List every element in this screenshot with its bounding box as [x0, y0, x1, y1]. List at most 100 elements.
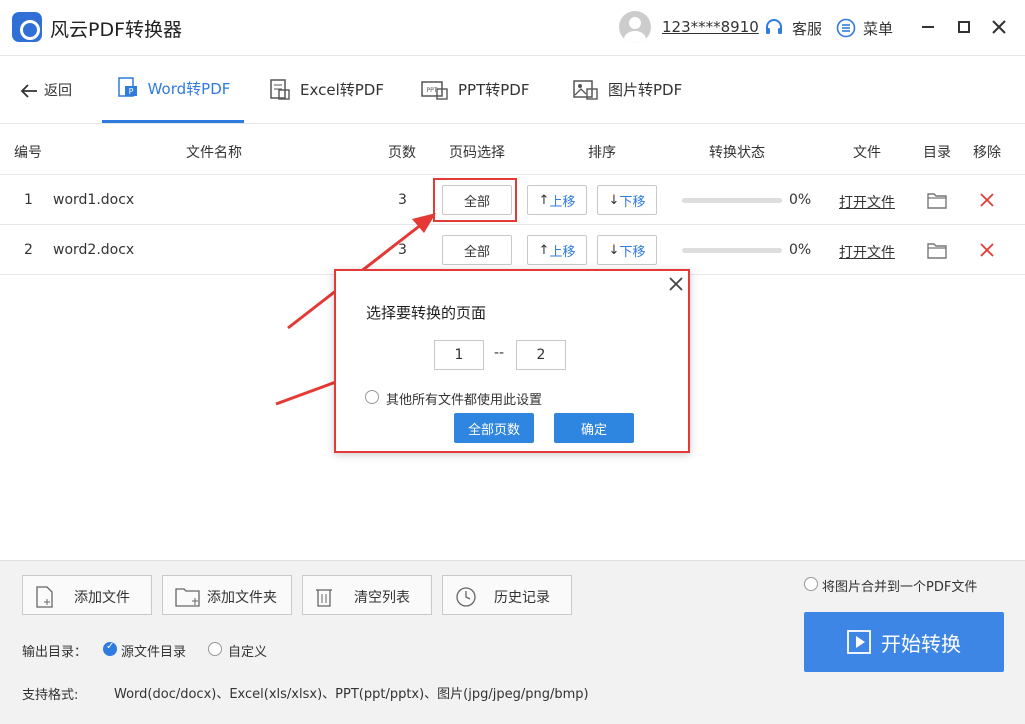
minimize-icon[interactable]	[917, 16, 939, 38]
col-page-select: 页码选择	[449, 145, 505, 161]
row-filename: word2.docx	[53, 242, 135, 258]
table-row: 2 word2.docx 3 全部 ↑ 上移 ↓ 下移 0% 打开文件	[0, 225, 1025, 275]
col-status: 转换状态	[709, 145, 765, 161]
back-button[interactable]: 返回	[20, 80, 72, 100]
move-down-button[interactable]: ↓ 下移	[597, 235, 657, 265]
col-pages: 页数	[388, 145, 416, 161]
ppt-doc-icon: PPT	[421, 80, 448, 100]
row-number: 1	[24, 192, 33, 208]
remove-icon[interactable]	[980, 193, 994, 207]
add-file-label: 添加文件	[74, 590, 130, 606]
folder-icon[interactable]	[927, 241, 947, 259]
from-page-input[interactable]: 1	[434, 340, 484, 370]
move-down-button[interactable]: ↓ 下移	[597, 185, 657, 215]
confirm-button[interactable]: 确定	[554, 413, 634, 443]
tab-label: PPT转PDF	[458, 81, 530, 99]
open-file-link[interactable]: 打开文件	[839, 242, 895, 262]
svg-text:PPT: PPT	[427, 87, 438, 94]
move-up-label: 上移	[549, 244, 576, 260]
tab-label: Word转PDF	[147, 79, 231, 98]
file-table-header: 编号 文件名称 页数 页码选择 排序 转换状态 文件 目录 移除	[0, 125, 1025, 175]
output-dir-label: 输出目录：	[22, 645, 88, 660]
headset-icon[interactable]	[764, 18, 784, 38]
custom-dir-radio[interactable]	[208, 642, 222, 656]
history-button[interactable]: 历史记录	[442, 575, 572, 615]
arrow-up-icon: ↑	[538, 242, 550, 258]
start-convert-button[interactable]: 开始转换	[804, 612, 1004, 672]
move-down-label: 下移	[619, 244, 646, 260]
remove-icon[interactable]	[980, 243, 994, 257]
user-phone-link[interactable]: 123****8910	[662, 18, 759, 36]
tab-label: 图片转PDF	[608, 81, 683, 99]
col-file: 文件	[853, 145, 881, 161]
tab-bar: 返回 P Word转PDF Excel转PDF PPT PPT转PDF 图片转P…	[0, 56, 1025, 124]
supported-formats-value: Word(doc/docx)、Excel(xls/xlsx)、PPT(ppt/p…	[114, 687, 589, 702]
page-range-dialog: 选择要转换的页面 1 -- 2 其他所有文件都使用此设置 全部页数 确定	[334, 269, 690, 453]
move-up-button[interactable]: ↑ 上移	[527, 235, 587, 265]
merge-images-radio[interactable]	[804, 577, 818, 591]
source-dir-radio[interactable]	[103, 641, 117, 656]
clear-list-button[interactable]: 清空列表	[302, 575, 432, 615]
annotation-highlight-box	[433, 178, 517, 222]
progress-percent: 0%	[789, 192, 812, 208]
folder-icon[interactable]	[927, 191, 947, 209]
close-icon[interactable]	[667, 275, 685, 293]
row-filename: word1.docx	[53, 192, 135, 208]
apply-all-label: 其他所有文件都使用此设置	[386, 393, 543, 408]
arrow-left-icon	[20, 84, 37, 98]
col-order: 排序	[588, 145, 616, 161]
close-window-icon[interactable]	[988, 16, 1010, 38]
start-convert-label: 开始转换	[881, 631, 961, 656]
add-file-button[interactable]: 添加文件	[22, 575, 152, 615]
tab-word-to-pdf[interactable]: P Word转PDF	[102, 56, 244, 123]
range-separator: --	[494, 345, 505, 361]
merge-images-label: 将图片合并到一个PDF文件	[822, 580, 978, 595]
trash-icon	[316, 589, 332, 607]
arrow-down-icon: ↓	[608, 192, 620, 208]
row-number: 2	[24, 242, 33, 258]
customer-service-button[interactable]: 客服	[792, 18, 822, 39]
source-dir-label: 源文件目录	[121, 645, 187, 660]
add-folder-label: 添加文件夹	[207, 590, 277, 606]
tab-ppt-to-pdf[interactable]: PPT PPT转PDF	[420, 56, 529, 123]
app-title: 风云PDF转换器	[50, 19, 183, 41]
apply-all-radio[interactable]	[365, 390, 379, 404]
history-label: 历史记录	[494, 590, 550, 606]
maximize-icon[interactable]	[953, 16, 975, 38]
arrow-down-icon: ↓	[608, 242, 620, 258]
col-filename: 文件名称	[186, 145, 242, 161]
tab-excel-to-pdf[interactable]: Excel转PDF	[268, 56, 384, 123]
tab-label: Excel转PDF	[300, 81, 384, 99]
play-icon	[847, 630, 871, 654]
image-doc-icon	[573, 79, 598, 100]
custom-dir-label: 自定义	[228, 645, 268, 660]
title-bar: 风云PDF转换器 123****8910 客服 菜单	[0, 0, 1025, 56]
dialog-title: 选择要转换的页面	[366, 304, 487, 322]
supported-formats-label: 支持格式:	[22, 688, 79, 703]
open-file-link[interactable]: 打开文件	[839, 192, 895, 212]
bottom-panel: 添加文件 添加文件夹 清空列表 历史记录 将图片合并到一个PDF文件 开始转换 …	[0, 560, 1025, 724]
move-up-label: 上移	[549, 194, 576, 210]
progress-bar	[682, 248, 782, 253]
add-folder-button[interactable]: 添加文件夹	[162, 575, 292, 615]
col-directory: 目录	[923, 145, 951, 161]
page-select-button[interactable]: 全部	[442, 235, 512, 265]
word-doc-icon: P	[117, 77, 137, 97]
tab-image-to-pdf[interactable]: 图片转PDF	[572, 56, 682, 123]
menu-button[interactable]: 菜单	[863, 18, 893, 39]
to-page-input[interactable]: 2	[516, 340, 566, 370]
back-label: 返回	[44, 83, 72, 99]
arrow-up-icon: ↑	[538, 192, 550, 208]
menu-icon[interactable]	[836, 18, 856, 38]
progress-bar	[682, 198, 782, 203]
row-pages: 3	[398, 242, 407, 258]
progress-percent: 0%	[789, 242, 812, 258]
move-down-label: 下移	[619, 194, 646, 210]
user-avatar[interactable]	[619, 11, 651, 43]
svg-text:P: P	[128, 87, 133, 96]
excel-doc-icon	[270, 78, 290, 100]
move-up-button[interactable]: ↑ 上移	[527, 185, 587, 215]
add-folder-icon	[175, 588, 200, 607]
add-file-icon	[36, 586, 53, 608]
all-pages-button[interactable]: 全部页数	[454, 413, 534, 443]
